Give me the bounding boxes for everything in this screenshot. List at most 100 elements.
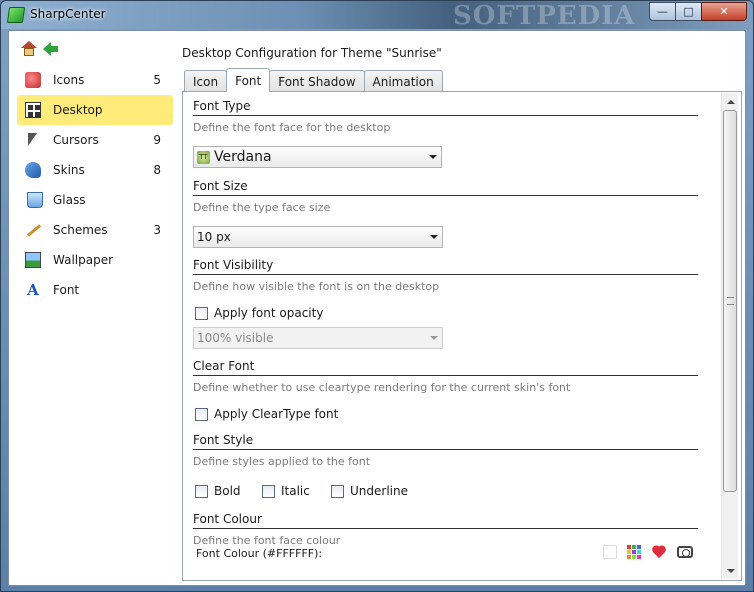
sidebar-item-label: Schemes — [53, 223, 108, 237]
section-title: Font Colour — [193, 512, 698, 529]
home-icon[interactable] — [21, 41, 37, 56]
scrollbar-thumb[interactable] — [723, 110, 737, 492]
bold-checkbox[interactable]: Bold — [195, 484, 241, 498]
wallpaper-icon — [25, 252, 41, 268]
scroll-up-arrow[interactable] — [722, 93, 739, 110]
chevron-down-icon — [430, 336, 438, 340]
sidebar-item-cursors[interactable]: Cursors 9 — [17, 125, 173, 155]
section-description: Define whether to use cleartype renderin… — [193, 381, 571, 394]
sidebar-item-label: Skins — [53, 163, 85, 177]
title-bar[interactable]: SharpCenter SOFTPEDIA — □ ✕ — [1, 1, 753, 31]
sidebar-item-wallpaper[interactable]: Wallpaper — [17, 245, 173, 275]
camera-icon[interactable] — [677, 546, 693, 558]
sidebar-item-glass[interactable]: Glass — [17, 185, 173, 215]
checkbox-box[interactable] — [262, 484, 275, 498]
watermark: SOFTPEDIA — [453, 1, 636, 31]
section-description: Define the type face size — [193, 201, 331, 214]
font-opacity-checkbox[interactable]: Apply font opacity — [195, 306, 323, 320]
font-type-section: Font Type Define the font face for the d… — [193, 99, 698, 134]
checkbox-label: Underline — [350, 484, 408, 498]
checkbox-box[interactable] — [195, 484, 208, 498]
font-size-select[interactable]: 10 px — [193, 226, 443, 248]
sidebar-item-label: Desktop — [53, 103, 103, 117]
sidebar-item-count: 5 — [153, 73, 161, 87]
tab-strip: Icon Font Font Shadow Animation — [184, 68, 443, 92]
font-colour-section: Font Colour Define the font face colour — [193, 512, 698, 547]
section-title: Font Size — [193, 179, 698, 196]
sidebar-item-count: 3 — [153, 223, 161, 237]
sidebar-item-label: Wallpaper — [53, 253, 114, 267]
font-style-section: Font Style Define styles applied to the … — [193, 433, 698, 468]
section-title: Clear Font — [193, 359, 698, 376]
chevron-down-icon — [429, 155, 437, 159]
sidebar-item-label: Icons — [53, 73, 85, 87]
checkbox-box[interactable] — [195, 306, 208, 320]
sidebar: Icons 5 Desktop Cursors 9 Skins 8 Glass … — [9, 31, 179, 585]
section-title: Font Type — [193, 99, 698, 116]
sidebar-nav: Icons 5 Desktop Cursors 9 Skins 8 Glass … — [17, 65, 173, 305]
sidebar-item-label: Cursors — [53, 133, 99, 147]
sidebar-item-label: Font — [53, 283, 80, 297]
skins-icon — [25, 162, 41, 178]
font-opacity-select: 100% visible — [193, 327, 443, 349]
app-window: SharpCenter SOFTPEDIA — □ ✕ Icons 5 Desk… — [0, 0, 754, 592]
sidebar-item-count: 8 — [153, 163, 161, 177]
window-title: SharpCenter — [30, 7, 106, 21]
italic-checkbox[interactable]: Italic — [262, 484, 310, 498]
vertical-scrollbar[interactable] — [721, 93, 738, 579]
section-description: Define styles applied to the font — [193, 455, 371, 468]
checkbox-label: Apply font opacity — [214, 306, 324, 320]
scroll-down-arrow[interactable] — [722, 562, 739, 579]
sidebar-item-skins[interactable]: Skins 8 — [17, 155, 173, 185]
icons-icon — [25, 72, 41, 88]
sidebar-item-desktop[interactable]: Desktop — [17, 95, 173, 125]
checkbox-label: Italic — [281, 484, 310, 498]
sidebar-item-font[interactable]: A Font — [17, 275, 173, 305]
nav-toolbar — [21, 41, 59, 56]
palette-icon[interactable] — [627, 545, 641, 559]
checkbox-label: Apply ClearType font — [214, 407, 339, 421]
colour-tools — [603, 545, 693, 559]
font-size-value: 10 px — [197, 230, 231, 244]
font-visibility-section: Font Visibility Define how visible the f… — [193, 258, 698, 293]
font-size-section: Font Size Define the type face size — [193, 179, 698, 214]
font-icon: A — [27, 281, 39, 299]
app-icon — [6, 7, 26, 23]
section-description: Define how visible the font is on the de… — [193, 280, 440, 293]
cleartype-checkbox[interactable]: Apply ClearType font — [195, 407, 338, 421]
chevron-down-icon — [430, 235, 438, 239]
checkbox-box[interactable] — [195, 407, 208, 421]
tab-animation[interactable]: Animation — [363, 70, 443, 92]
underline-checkbox[interactable]: Underline — [331, 484, 408, 498]
sidebar-item-schemes[interactable]: Schemes 3 — [17, 215, 173, 245]
font-type-value: Verdana — [214, 149, 272, 165]
font-opacity-value: 100% visible — [197, 331, 274, 345]
back-arrow-icon[interactable] — [43, 41, 59, 56]
client-area: Icons 5 Desktop Cursors 9 Skins 8 Glass … — [8, 30, 746, 586]
truetype-font-icon: TT — [197, 150, 210, 164]
font-type-select[interactable]: TT Verdana — [193, 146, 442, 168]
sidebar-item-icons[interactable]: Icons 5 — [17, 65, 173, 95]
glass-icon — [27, 192, 43, 208]
tab-font-shadow[interactable]: Font Shadow — [269, 70, 365, 92]
close-button[interactable]: ✕ — [701, 2, 747, 21]
tab-icon[interactable]: Icon — [184, 70, 228, 92]
tab-font[interactable]: Font — [226, 68, 271, 92]
main-panel: Desktop Configuration for Theme "Sunrise… — [181, 31, 745, 585]
sidebar-item-label: Glass — [53, 193, 86, 207]
schemes-icon — [25, 222, 41, 238]
favorite-heart-icon[interactable] — [651, 545, 667, 559]
section-title: Font Style — [193, 433, 698, 450]
cursor-icon — [25, 132, 41, 148]
minimize-button[interactable]: — — [649, 2, 676, 21]
colour-swatch[interactable] — [603, 545, 617, 559]
section-description: Define the font face for the desktop — [193, 121, 391, 134]
checkbox-box[interactable] — [331, 484, 344, 498]
page-title: Desktop Configuration for Theme "Sunrise… — [182, 46, 442, 60]
section-title: Font Visibility — [193, 258, 698, 275]
font-tab-panel: Font Type Define the font face for the d… — [182, 91, 742, 581]
checkbox-label: Bold — [214, 484, 241, 498]
sidebar-item-count: 9 — [153, 133, 161, 147]
window-controls: — □ ✕ — [649, 2, 747, 21]
maximize-button[interactable]: □ — [675, 2, 702, 21]
